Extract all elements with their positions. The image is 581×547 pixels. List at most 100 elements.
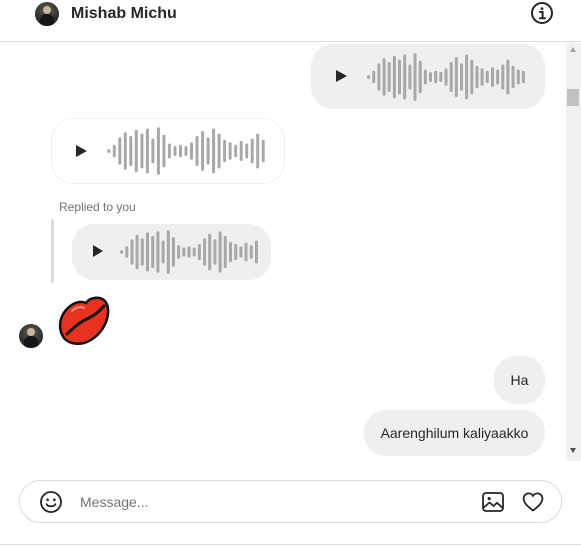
waveform-bar: [167, 143, 171, 159]
waveform-bar: [223, 235, 227, 269]
waveform-bar: [423, 69, 427, 85]
message-bubble-sent[interactable]: Ha: [494, 356, 545, 404]
waveform: [367, 53, 525, 101]
waveform-bar: [162, 134, 166, 168]
waveform-bar: [118, 137, 122, 165]
waveform-bar: [135, 234, 139, 270]
waveform-bar: [250, 138, 254, 164]
waveform-bar: [387, 62, 391, 92]
waveform-bar: [372, 70, 376, 84]
waveform-bar: [475, 65, 479, 89]
waveform-bar: [192, 247, 196, 257]
waveform-bar: [146, 232, 149, 272]
waveform-bar: [120, 250, 124, 254]
contact-avatar[interactable]: [35, 2, 59, 26]
waveform-bar: [195, 136, 199, 166]
scrollbar-thumb[interactable]: [567, 89, 579, 106]
waveform-bar: [125, 246, 129, 258]
waveform-bar: [501, 64, 505, 90]
waveform-bar: [398, 59, 401, 95]
waveform-bar: [429, 72, 432, 82]
waveform-bar: [203, 238, 207, 266]
waveform-bar: [171, 237, 175, 267]
waveform-bar: [206, 137, 210, 165]
waveform-bar: [403, 54, 407, 100]
waveform-bar: [367, 75, 371, 79]
waveform-bar: [516, 69, 520, 85]
waveform-bar: [460, 63, 463, 91]
waveform-bar: [173, 146, 177, 156]
waveform-bar: [254, 240, 258, 264]
waveform-bar: [234, 144, 238, 158]
waveform-bar: [187, 246, 191, 258]
waveform-bar: [239, 246, 243, 258]
waveform: [107, 127, 265, 175]
waveform-bar: [130, 239, 134, 265]
play-icon[interactable]: [336, 70, 347, 82]
waveform-bar: [217, 133, 221, 169]
smiley-icon[interactable]: [39, 490, 63, 514]
waveform-bar: [521, 70, 525, 84]
waveform: [120, 230, 258, 274]
waveform-bar: [444, 68, 448, 86]
scroll-up-arrow-icon[interactable]: [570, 47, 576, 52]
play-icon[interactable]: [93, 245, 103, 257]
waveform-bar: [140, 133, 144, 169]
waveform-bar: [256, 133, 260, 169]
waveform-bar: [197, 244, 201, 261]
waveform-bar: [454, 57, 458, 97]
waveform-bar: [151, 138, 155, 164]
waveform-bar: [392, 55, 396, 99]
waveform-bar: [485, 70, 489, 84]
waveform-bar: [156, 127, 160, 175]
waveform-bar: [496, 69, 500, 85]
waveform-bar: [208, 233, 212, 271]
waveform-bar: [156, 231, 160, 273]
waveform-bar: [418, 60, 422, 94]
waveform-bar: [182, 247, 186, 257]
kiss-mark-icon: [58, 296, 110, 346]
waveform-bar: [107, 149, 111, 153]
waveform-bar: [245, 143, 249, 159]
waveform-bar: [201, 131, 205, 171]
waveform-bar: [413, 53, 417, 101]
contact-name[interactable]: Mishab Michu: [71, 4, 177, 24]
waveform-bar: [261, 139, 265, 163]
bottom-divider: [0, 544, 581, 545]
info-icon[interactable]: [530, 1, 554, 25]
waveform-bar: [166, 230, 170, 274]
waveform-bar: [179, 144, 182, 158]
heart-icon[interactable]: [521, 490, 545, 514]
waveform-bar: [140, 238, 144, 266]
waveform-bar: [439, 72, 443, 82]
waveform-bar: [465, 54, 469, 100]
waveform-bar: [161, 240, 165, 264]
reply-indicator-line: [51, 219, 54, 283]
waveform-bar: [228, 142, 232, 160]
chat-header: Mishab Michu: [0, 0, 581, 42]
reply-label: Replied to you: [59, 200, 136, 214]
waveform-bar: [134, 129, 138, 173]
waveform-bar: [491, 67, 494, 87]
waveform-bar: [449, 62, 453, 92]
waveform-bar: [377, 63, 381, 91]
waveform-bar: [511, 65, 515, 89]
message-input[interactable]: [80, 492, 450, 512]
image-icon[interactable]: [481, 490, 505, 514]
waveform-bar: [229, 241, 232, 263]
contact-avatar-small[interactable]: [19, 324, 43, 348]
message-bubble-sent[interactable]: Aarenghilum kaliyaakko: [364, 410, 545, 456]
waveform-bar: [151, 235, 155, 269]
waveform-bar: [145, 128, 149, 174]
play-icon[interactable]: [76, 145, 87, 157]
waveform-bar: [129, 136, 133, 166]
waveform-bar: [184, 146, 188, 156]
waveform-bar: [382, 58, 386, 96]
waveform-bar: [212, 128, 216, 174]
waveform-bar: [480, 68, 484, 86]
waveform-bar: [123, 132, 127, 170]
waveform-bar: [218, 231, 222, 273]
waveform-bar: [434, 70, 438, 84]
waveform-bar: [249, 245, 253, 259]
scroll-down-arrow-icon[interactable]: [570, 448, 576, 453]
